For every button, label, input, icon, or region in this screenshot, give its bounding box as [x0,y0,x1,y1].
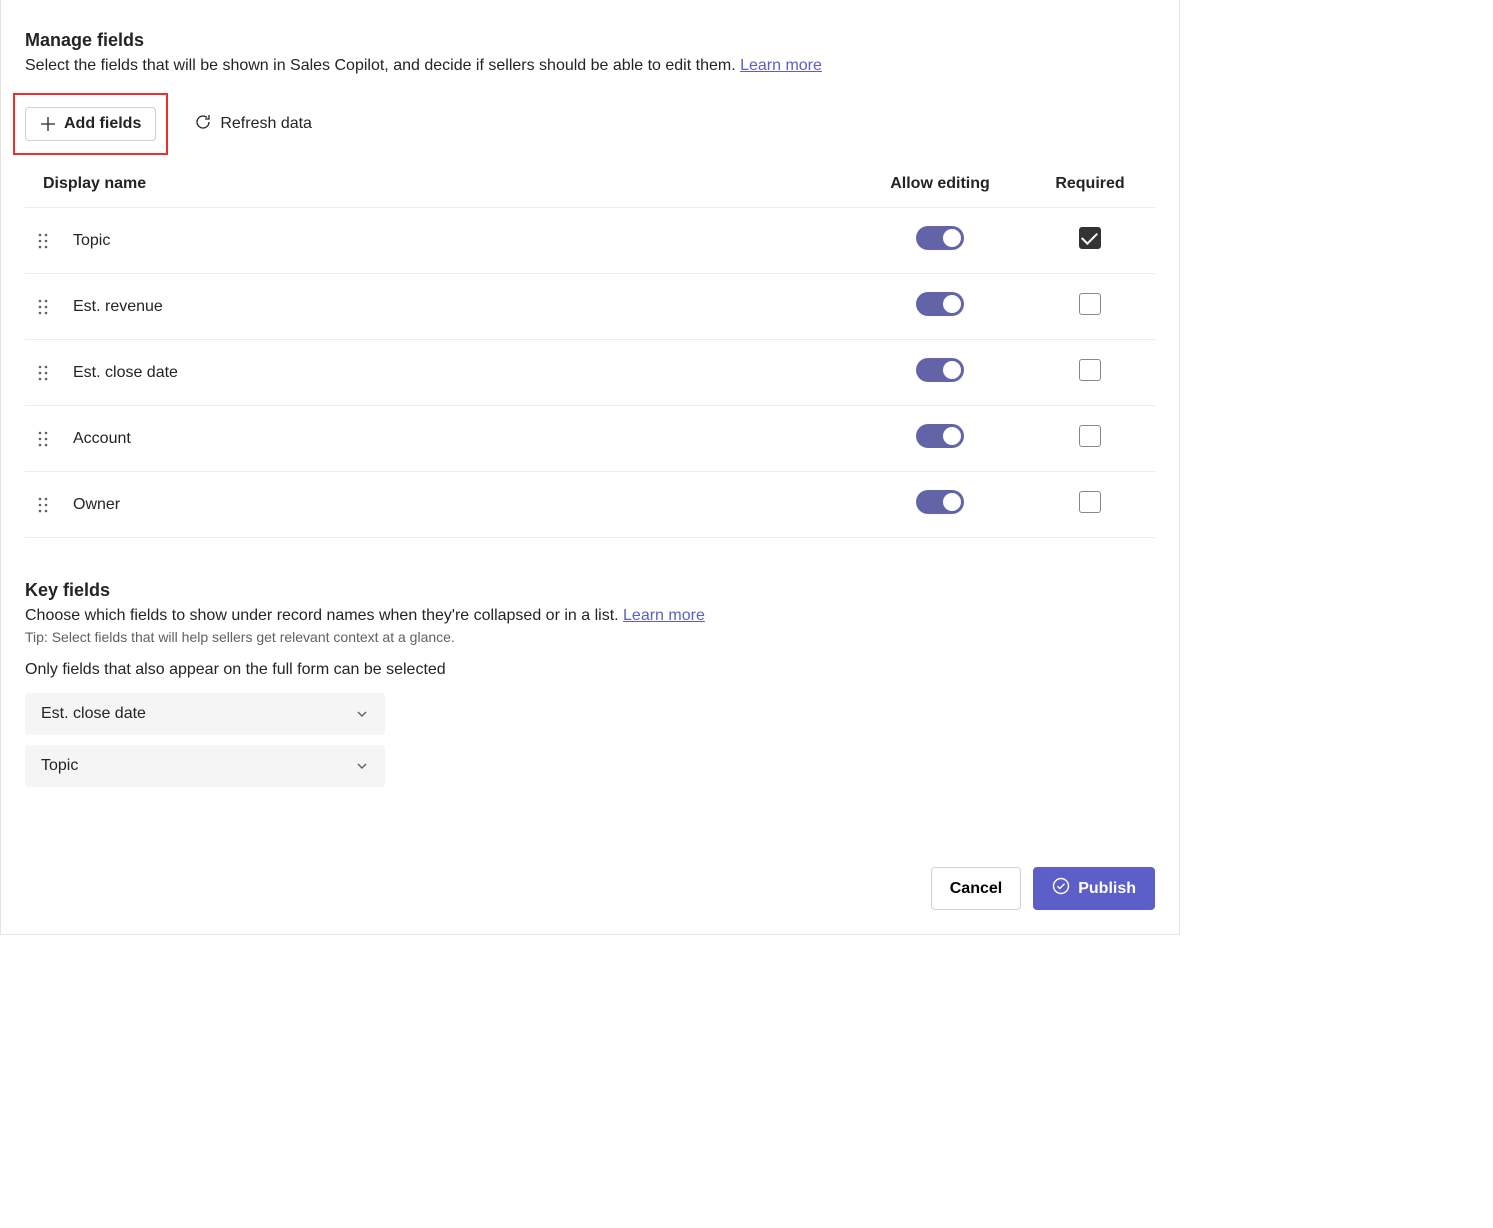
table-row: Owner [25,472,1155,538]
publish-button[interactable]: Publish [1033,867,1155,910]
key-desc-text: Choose which fields to show under record… [25,607,623,624]
table-row: Est. close date [25,340,1155,406]
chevron-down-icon [355,707,369,721]
key-field-dropdown[interactable]: Est. close date [25,693,385,735]
drag-handle-icon[interactable] [37,298,49,316]
key-fields-tip: Tip: Select fields that will help seller… [25,629,1155,645]
required-checkbox[interactable] [1079,425,1101,447]
field-name: Owner [61,472,855,538]
key-field-dropdown[interactable]: Topic [25,745,385,787]
add-fields-button[interactable]: Add fields [25,107,156,141]
required-checkbox[interactable] [1079,227,1101,249]
key-learn-more-link[interactable]: Learn more [623,607,705,624]
table-row: Topic [25,208,1155,274]
drag-handle-icon[interactable] [37,430,49,448]
required-checkbox[interactable] [1079,293,1101,315]
field-name: Est. revenue [61,274,855,340]
refresh-label: Refresh data [220,115,312,133]
cancel-button[interactable]: Cancel [931,867,1021,910]
learn-more-link[interactable]: Learn more [740,57,822,74]
chevron-down-icon [355,759,369,773]
key-fields-constraint: Only fields that also appear on the full… [25,661,1155,679]
add-fields-highlight: Add fields [13,93,168,155]
drag-handle-icon[interactable] [37,364,49,382]
allow-editing-toggle[interactable] [916,490,964,514]
publish-label: Publish [1078,880,1136,898]
table-row: Account [25,406,1155,472]
allow-editing-toggle[interactable] [916,292,964,316]
fields-table: Display name Allow editing Required Topi… [25,167,1155,538]
refresh-icon [194,113,212,136]
required-checkbox[interactable] [1079,491,1101,513]
plus-icon [40,116,56,132]
key-fields-desc: Choose which fields to show under record… [25,607,1155,625]
check-circle-icon [1052,877,1070,900]
manage-desc-text: Select the fields that will be shown in … [25,57,740,74]
drag-handle-icon[interactable] [37,232,49,250]
field-name: Account [61,406,855,472]
allow-editing-toggle[interactable] [916,424,964,448]
drag-handle-icon[interactable] [37,496,49,514]
allow-editing-toggle[interactable] [916,358,964,382]
col-allow-editing: Allow editing [855,167,1025,208]
manage-fields-desc: Select the fields that will be shown in … [25,57,1155,75]
manage-fields-title: Manage fields [25,30,1155,51]
field-name: Topic [61,208,855,274]
table-row: Est. revenue [25,274,1155,340]
dropdown-value: Topic [41,757,78,775]
required-checkbox[interactable] [1079,359,1101,381]
add-fields-label: Add fields [64,115,141,133]
dropdown-value: Est. close date [41,705,146,723]
refresh-data-button[interactable]: Refresh data [190,107,316,142]
allow-editing-toggle[interactable] [916,226,964,250]
col-display-name: Display name [25,167,855,208]
field-name: Est. close date [61,340,855,406]
key-fields-title: Key fields [25,580,1155,601]
col-required: Required [1025,167,1155,208]
